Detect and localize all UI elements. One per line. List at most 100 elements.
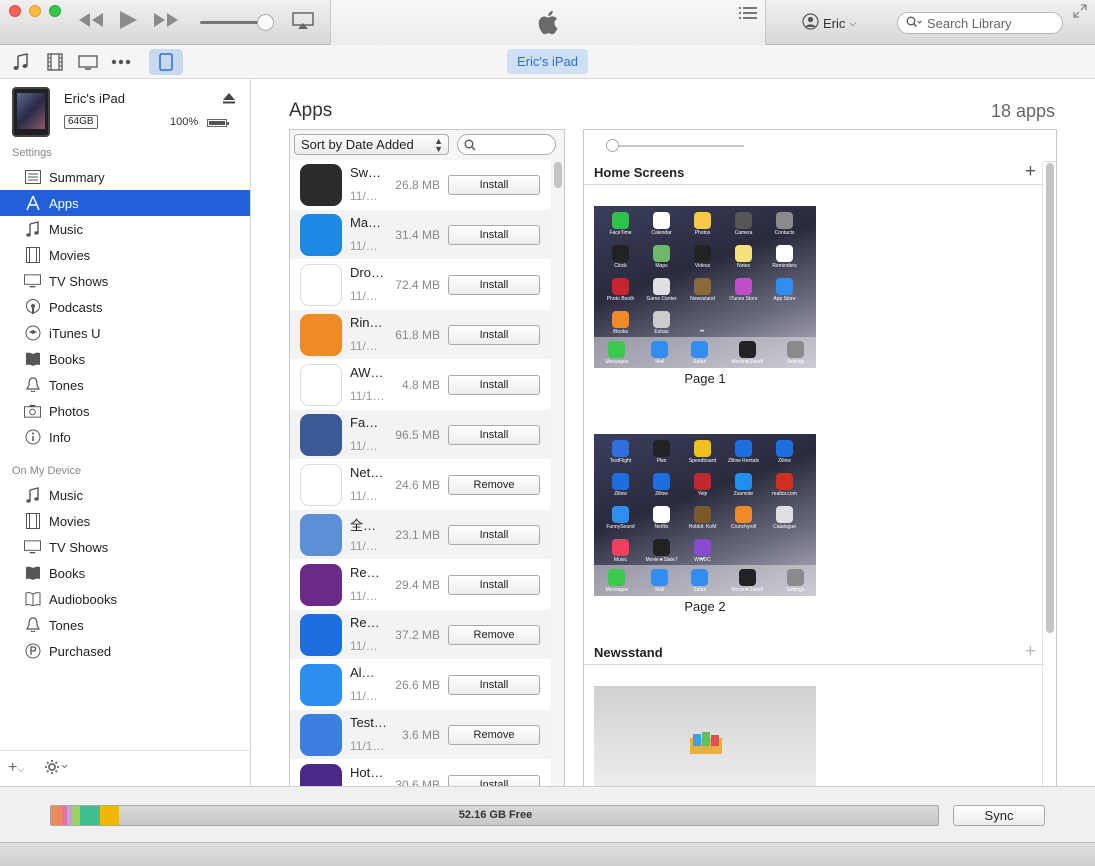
home-screen-app[interactable]: Camera	[723, 212, 764, 241]
home-screen-app[interactable]: Zillow	[600, 473, 641, 502]
dock-app[interactable]: Settings	[786, 569, 804, 594]
home-screen-app[interactable]: iBooks	[600, 311, 641, 340]
home-screen-app[interactable]: Zillow	[641, 473, 682, 502]
app-row[interactable]: Dro… 11/… 72.4 MB Install	[290, 260, 550, 310]
app-install-button[interactable]: Install	[448, 675, 540, 695]
app-row[interactable]: Sw… 11/… 26.8 MB Install	[290, 160, 550, 210]
sort-select[interactable]: Sort by Date Added ▲ ▼	[294, 134, 449, 155]
sidebar-item-movies[interactable]: Movies	[0, 508, 250, 534]
dock-app[interactable]: Movie★Slate8	[731, 341, 763, 366]
home-screen-app[interactable]: App Store	[764, 278, 805, 307]
app-row[interactable]: AW… 11/1… 4.8 MB Install	[290, 360, 550, 410]
airplay-icon[interactable]	[292, 12, 314, 34]
app-row[interactable]: Test… 11/1… 3.6 MB Remove	[290, 710, 550, 760]
home-screen-app[interactable]: Zaxmote	[723, 473, 764, 502]
home-screen-app[interactable]: Movie★Slate7	[641, 539, 682, 568]
sidebar-item-apps[interactable]: Apps	[0, 190, 250, 216]
search-input[interactable]	[927, 15, 1057, 31]
more-icon[interactable]	[110, 51, 132, 73]
sidebar-item-movies[interactable]: Movies	[0, 242, 250, 268]
play-icon[interactable]	[118, 10, 138, 34]
home-screen-app[interactable]: Crunchyroll	[723, 506, 764, 535]
sidebar-item-books[interactable]: Books	[0, 560, 250, 586]
dock-app[interactable]: Settings	[786, 341, 804, 366]
home-screens-scrollbar[interactable]	[1046, 163, 1054, 633]
home-screen-app[interactable]: Photo Booth	[600, 278, 641, 307]
window-minimize-button[interactable]	[29, 5, 41, 17]
home-screen-app[interactable]: realtor.com	[764, 473, 805, 502]
home-screen-app[interactable]: Notes	[723, 245, 764, 274]
app-install-button[interactable]: Install	[448, 575, 540, 595]
app-row[interactable]: Ma… 11/… 31.4 MB Install	[290, 210, 550, 260]
ipad-device-button[interactable]	[149, 49, 183, 75]
app-row[interactable]: Fa… 11/… 96.5 MB Install	[290, 410, 550, 460]
sidebar-item-tv-shows[interactable]: TV Shows	[0, 268, 250, 294]
sidebar-item-itunes-u[interactable]: iTunes U	[0, 320, 250, 346]
sync-button[interactable]: Sync	[953, 805, 1045, 826]
window-close-button[interactable]	[9, 5, 21, 17]
sidebar-item-tones[interactable]: Tones	[0, 612, 250, 638]
home-screen-app[interactable]: Hobbit: KoM	[682, 506, 723, 535]
home-screen-app[interactable]: TestFlight	[600, 440, 641, 469]
app-remove-button[interactable]: Remove	[448, 475, 540, 495]
fast-forward-icon[interactable]	[153, 12, 179, 32]
app-row[interactable]: Rin… 11/… 61.8 MB Install	[290, 310, 550, 360]
sidebar-item-photos[interactable]: Photos	[0, 398, 250, 424]
home-screen-app[interactable]: Calendar	[641, 212, 682, 241]
home-screen-app[interactable]: Zillow	[764, 440, 805, 469]
app-remove-button[interactable]: Remove	[448, 625, 540, 645]
dock-app[interactable]: Messages	[606, 341, 628, 366]
home-screen-app[interactable]: Reminders	[764, 245, 805, 274]
dock-app[interactable]: Mail	[651, 341, 669, 366]
movies-icon[interactable]	[44, 51, 66, 73]
app-row[interactable]: Hot… 30.6 MB Install	[290, 760, 550, 786]
newsstand-shelf[interactable]	[594, 686, 816, 786]
app-row[interactable]: Re… 11/… 37.2 MB Remove	[290, 610, 550, 660]
fullscreen-icon[interactable]	[1073, 4, 1087, 21]
home-screen-page-1[interactable]: FaceTime Calendar Photos Camera Contacts Cloc…	[594, 206, 816, 368]
tv-shows-icon[interactable]	[77, 51, 99, 73]
app-install-button[interactable]: Install	[448, 375, 540, 395]
app-row[interactable]: Net… 11/… 24.6 MB Remove	[290, 460, 550, 510]
up-next-list-icon[interactable]	[739, 6, 757, 23]
sidebar-item-music[interactable]: Music	[0, 482, 250, 508]
app-install-button[interactable]: Install	[448, 225, 540, 245]
dock-app[interactable]: Safari	[691, 569, 709, 594]
home-screen-app[interactable]: Music	[600, 539, 641, 568]
home-screen-app[interactable]: Newsstand	[682, 278, 723, 307]
app-list-scrollbar[interactable]	[554, 162, 562, 188]
sidebar-item-podcasts[interactable]: Podcasts	[0, 294, 250, 320]
music-icon[interactable]	[10, 51, 32, 73]
app-search-field[interactable]	[457, 134, 556, 155]
app-install-button[interactable]: Install	[448, 175, 540, 195]
home-screen-app[interactable]: Catalogue	[764, 506, 805, 535]
zoom-slider-knob[interactable]	[606, 139, 619, 152]
search-library-field[interactable]	[897, 12, 1063, 34]
app-install-button[interactable]: Install	[448, 325, 540, 345]
home-screen-app[interactable]: Game Center	[641, 278, 682, 307]
home-screen-app[interactable]: WWDC	[682, 539, 723, 568]
sidebar-item-purchased[interactable]: Purchased	[0, 638, 250, 664]
zoom-slider[interactable]	[606, 145, 744, 147]
sidebar-item-audiobooks[interactable]: Audiobooks	[0, 586, 250, 612]
home-screen-app[interactable]: FaceTime	[600, 212, 641, 241]
add-page-icon[interactable]: +	[1025, 161, 1036, 183]
app-install-button[interactable]: Install	[448, 275, 540, 295]
home-screen-app[interactable]: Netflix	[641, 506, 682, 535]
app-install-button[interactable]: Install	[448, 425, 540, 445]
sidebar-item-tv-shows[interactable]: TV Shows	[0, 534, 250, 560]
sidebar-item-info[interactable]: Info	[0, 424, 250, 450]
rewind-icon[interactable]	[78, 12, 104, 32]
sidebar-item-summary[interactable]: Summary	[0, 164, 250, 190]
home-screen-app[interactable]: Maps	[641, 245, 682, 274]
volume-knob[interactable]	[257, 14, 274, 31]
app-row[interactable]: Al… 11/… 26.6 MB Install	[290, 660, 550, 710]
account-menu[interactable]: Eric ⌵	[802, 13, 856, 33]
home-screen-app[interactable]: iTunes Store	[723, 278, 764, 307]
home-screen-app[interactable]: Yelp	[682, 473, 723, 502]
app-install-button[interactable]: Install	[448, 525, 540, 545]
home-screen-app[interactable]: Speedboard	[682, 440, 723, 469]
app-install-button[interactable]: Install	[448, 775, 540, 786]
home-screen-app[interactable]: Clock	[600, 245, 641, 274]
eject-icon[interactable]	[223, 93, 235, 107]
